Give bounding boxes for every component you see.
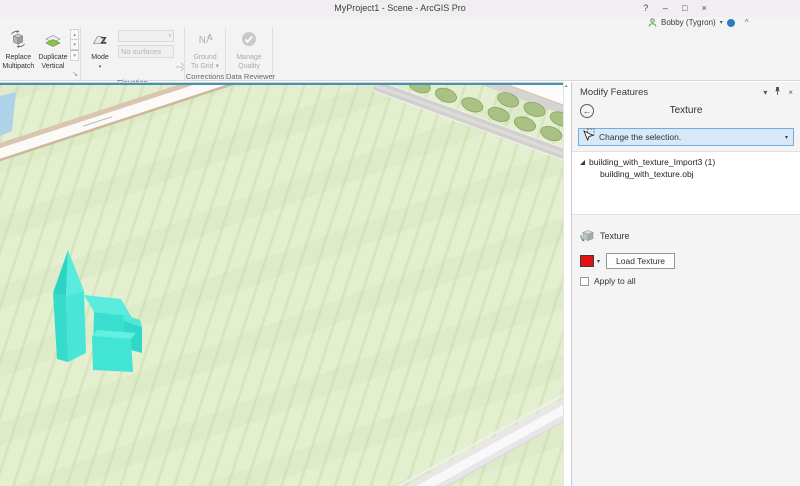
change-selection-label: Change the selection. [599,132,682,142]
button-label: Ground [193,54,217,61]
swatch-caret-icon[interactable]: ▾ [597,258,600,265]
manage-quality-button: Manage Quality [231,28,267,71]
account-row: Bobby (Tygron) ▾ ^ [648,17,748,28]
select-cursor-icon [582,128,595,146]
ribbon-empty-area [273,27,800,80]
tree-item-feature[interactable]: building_with_texture.obj [572,168,800,180]
ribbon-group-edit-tools: Replace Multipatch Duplicate Vertical ▴ [0,27,81,80]
user-icon [648,18,657,27]
tree-item-label: building_with_texture_Import3 (1) [589,157,716,167]
scroll-up-icon[interactable]: ▴ [565,83,568,89]
gallery-expand-icon[interactable]: ▾ [71,50,79,60]
selected-building [53,250,142,372]
dialog-launcher-icon[interactable]: ↘ [72,71,78,79]
expander-icon[interactable] [580,159,585,165]
button-label: Mode [91,54,109,61]
pane-title: Modify Features [580,86,649,98]
gallery-scroll: ▴ ▾ ▾ [70,29,80,61]
ground-to-grid-button: N Ground To Grid ▾ [187,28,223,71]
ribbon-group-elevation: Z Mode ▾ ▾ No surfaces [81,27,185,87]
pane-menu-caret-icon[interactable]: ▾ [763,88,767,97]
back-button[interactable]: ← [580,104,594,118]
selection-tree: building_with_texture_Import3 (1) buildi… [572,151,800,215]
window-controls: ? – □ × [636,0,714,17]
change-selection-bar[interactable]: Change the selection. ▾ [578,128,794,146]
close-button[interactable]: × [695,0,715,17]
notifications-icon[interactable] [726,18,735,27]
selection-caret-icon[interactable]: ▾ [785,134,788,141]
title-bar: MyProject1 - Scene - ArcGIS Pro ? – □ × [0,0,800,17]
tree-item-label: building_with_texture.obj [600,169,694,179]
replace-multipatch-icon [9,30,27,53]
view-splitter[interactable]: ▴ [563,82,571,486]
button-label: Manage [236,54,262,61]
button-label: Replace [5,54,32,61]
account-name[interactable]: Bobby (Tygron) [661,18,716,27]
ribbon-group-corrections: N Ground To Grid ▾ Corrections [185,27,226,81]
pane-close-icon[interactable]: × [788,88,793,97]
duplicate-vertical-button[interactable]: Duplicate Vertical [36,28,71,71]
combo-caret-icon: ▾ [168,33,171,39]
active-view-border [0,82,563,85]
ribbon-group-data-reviewer: Manage Quality Data Reviewer [226,27,276,81]
texture-color-swatch[interactable] [580,255,594,267]
svg-text:Z: Z [101,37,107,47]
group-label-corrections: Corrections [185,72,225,81]
group-label-spacer [0,71,80,80]
button-label: Multipatch [2,63,35,70]
maximize-button[interactable]: □ [675,0,695,17]
collapse-ribbon-icon[interactable]: ^ [745,18,749,27]
road-bottom-right [398,388,563,486]
texture-section-label: Texture [600,231,630,241]
svg-text:N: N [199,35,206,46]
duplicate-vertical-icon [44,30,62,53]
manage-quality-icon [240,30,258,53]
gallery-down-icon[interactable]: ▾ [71,40,79,50]
account-caret-icon[interactable]: ▾ [720,19,723,26]
roads-top-right [373,85,563,174]
group-label-data-reviewer: Data Reviewer [226,72,276,81]
mode-button[interactable]: Z Mode ▾ [82,28,118,71]
replace-multipatch-button[interactable]: Replace Multipatch [1,28,36,71]
apply-to-all-checkbox[interactable] [580,276,589,286]
button-label: Vertical [41,63,65,70]
water-polygon [0,92,16,136]
texture-tool-icon [580,228,594,244]
button-label: To Grid ▾ [190,63,220,70]
elevation-surface-combo: ▾ [118,30,174,42]
ground-to-grid-icon: N [196,30,214,53]
button-label: Quality [238,63,260,70]
pane-pin-icon[interactable] [774,86,781,98]
mode-caret-icon: ▾ [98,64,102,70]
tree-item-layer[interactable]: building_with_texture_Import3 (1) [572,156,800,168]
button-label: Duplicate [38,54,68,61]
apply-to-all-label: Apply to all [594,276,636,286]
gallery-up-icon[interactable]: ▴ [71,30,79,40]
minimize-button[interactable]: – [656,0,676,17]
help-button[interactable]: ? [636,0,656,17]
modify-features-pane: Modify Features ▾ × ← Texture Change the… [571,82,800,486]
elevation-mode-icon: Z [91,30,109,53]
tool-page-title: Texture [669,105,703,116]
surfaces-input [118,45,174,58]
road-top-left [0,85,266,164]
load-texture-button[interactable]: Load Texture [606,253,676,269]
scene-canvas [0,85,563,486]
scene-viewport[interactable] [0,82,563,486]
